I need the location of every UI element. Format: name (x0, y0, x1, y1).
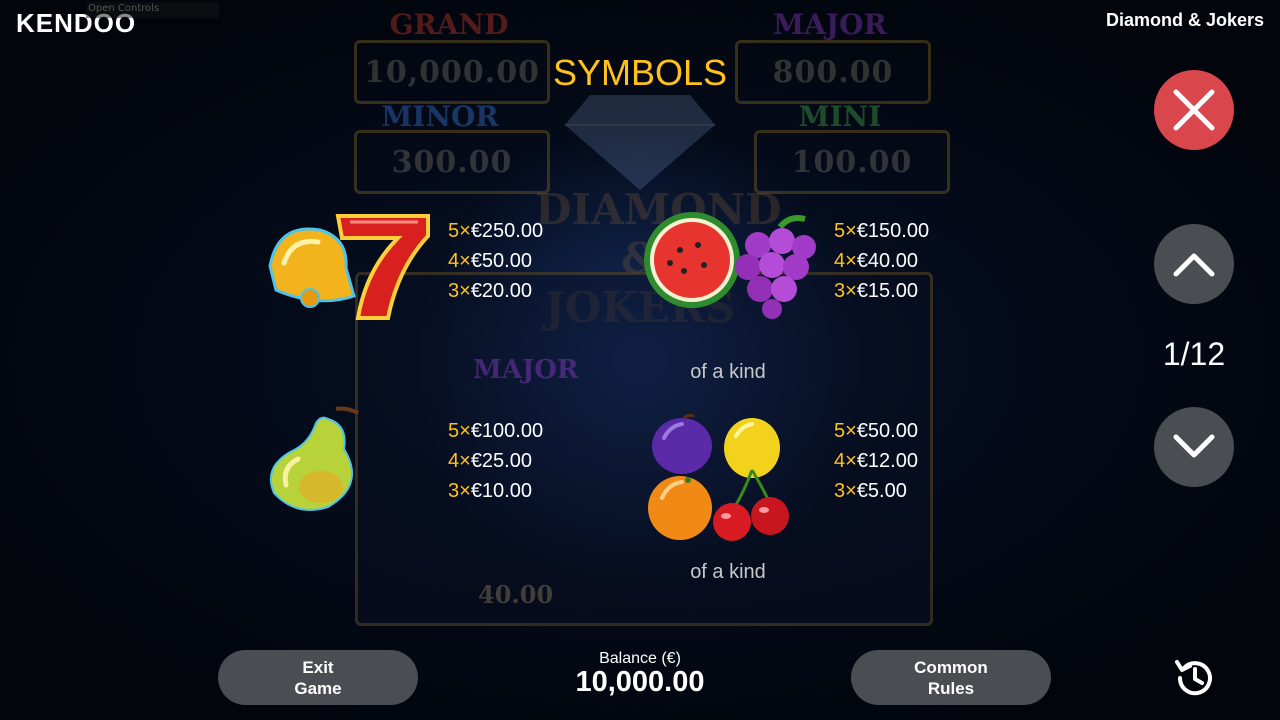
pay-count: 3× (834, 280, 857, 302)
pay-row: 5×€50.00 (834, 416, 918, 446)
bg-jackpot-mini-value: 100.00 (754, 130, 950, 194)
bell-seven-symbol (268, 214, 430, 320)
pay-row: 3×€10.00 (448, 476, 543, 506)
pay-row: 3×€5.00 (834, 476, 918, 506)
pay-value: €50.00 (470, 250, 532, 272)
pay-row: 4×€12.00 (834, 446, 918, 476)
watermelon-grapes-symbol (644, 212, 816, 319)
pay-count: 3× (448, 280, 471, 302)
paylist-mixed-fruit: 5×€50.00 4×€12.00 3×€5.00 (834, 416, 918, 506)
cherries-icon (713, 469, 789, 541)
pay-row: 5×€100.00 (448, 416, 543, 446)
lemon-icon (724, 418, 780, 478)
open-controls-button[interactable]: Open Controls (86, 2, 220, 18)
pay-row: 4×€50.00 (448, 246, 543, 276)
chevron-down-icon (1173, 434, 1215, 458)
pay-count: 4× (834, 450, 857, 472)
plum-icon (652, 413, 712, 474)
pay-row: 3×€20.00 (448, 276, 543, 306)
exit-game-button[interactable]: Exit Game (218, 650, 418, 705)
bg-jackpot-major-title: MAJOR (773, 8, 887, 41)
pay-value: €25.00 (470, 450, 532, 472)
game-title: Diamond & Jokers (1105, 10, 1264, 30)
page-down-button[interactable] (1154, 407, 1234, 487)
pay-row: 4×€25.00 (448, 446, 543, 476)
pay-count: 3× (448, 480, 471, 502)
bg-reel-value: 40.00 (478, 580, 554, 609)
pay-value: €5.00 (856, 480, 907, 502)
grapes-icon (735, 215, 816, 319)
pay-count: 5× (834, 220, 857, 242)
background-board: GRAND 10,000.00 MAJOR 800.00 MINOR 300.0… (0, 0, 1280, 720)
bg-jackpot-grand-title: GRAND (389, 8, 509, 41)
bg-jackpot-minor-value: 300.00 (354, 130, 550, 194)
balance-value: 10,000.00 (575, 666, 705, 698)
pay-value: €40.00 (856, 250, 918, 272)
paylist-watermelon-grapes: 5×€150.00 4×€40.00 3×€15.00 (834, 216, 929, 306)
pay-row: 4×€40.00 (834, 246, 929, 276)
bg-reel-major-label: MAJOR (473, 355, 579, 385)
common-rules-button[interactable]: Common Rules (851, 650, 1051, 705)
pay-count: 5× (448, 420, 471, 442)
page-up-button[interactable] (1154, 224, 1234, 304)
pay-count: 5× (834, 420, 857, 442)
pay-value: €20.00 (470, 280, 532, 302)
pay-count: 4× (834, 250, 857, 272)
pay-value: €100.00 (470, 420, 544, 442)
pay-value: €50.00 (856, 420, 918, 442)
of-a-kind-label: of a kind (690, 561, 766, 583)
pay-value: €150.00 (856, 220, 930, 242)
pear-symbol (269, 406, 359, 511)
of-a-kind-label: of a kind (690, 361, 766, 383)
paylist-pear: 5×€100.00 4×€25.00 3×€10.00 (448, 416, 543, 506)
close-icon (1173, 89, 1215, 131)
watermelon-icon (644, 212, 740, 308)
pay-row: 5×€150.00 (834, 216, 929, 246)
mixed-fruit-symbol (648, 413, 789, 541)
pay-count: 4× (448, 450, 471, 472)
bg-jackpot-minor-title: MINOR (381, 100, 499, 133)
pay-value: €250.00 (470, 220, 544, 242)
pay-count: 4× (448, 250, 471, 272)
pay-row: 3×€15.00 (834, 276, 929, 306)
pay-value: €10.00 (470, 480, 532, 502)
pay-count: 3× (834, 480, 857, 502)
history-icon[interactable] (1172, 656, 1216, 700)
bg-diamond-icon (565, 95, 715, 190)
orange-icon (648, 476, 712, 540)
pear-icon (269, 406, 359, 511)
pay-value: €12.00 (856, 450, 918, 472)
page-indicator: 1/12 (1162, 336, 1226, 372)
pay-value: €15.00 (856, 280, 918, 302)
chevron-up-icon (1173, 253, 1215, 277)
pay-row: 5×€250.00 (448, 216, 543, 246)
bg-jackpot-mini-title: MINI (798, 100, 882, 133)
pay-count: 5× (448, 220, 471, 242)
seven-icon (335, 214, 430, 320)
page-title: SYMBOLS (552, 52, 728, 93)
bell-icon (268, 227, 356, 308)
paylist-bell-seven: 5×€250.00 4×€50.00 3×€20.00 (448, 216, 543, 306)
close-button[interactable] (1154, 70, 1234, 150)
